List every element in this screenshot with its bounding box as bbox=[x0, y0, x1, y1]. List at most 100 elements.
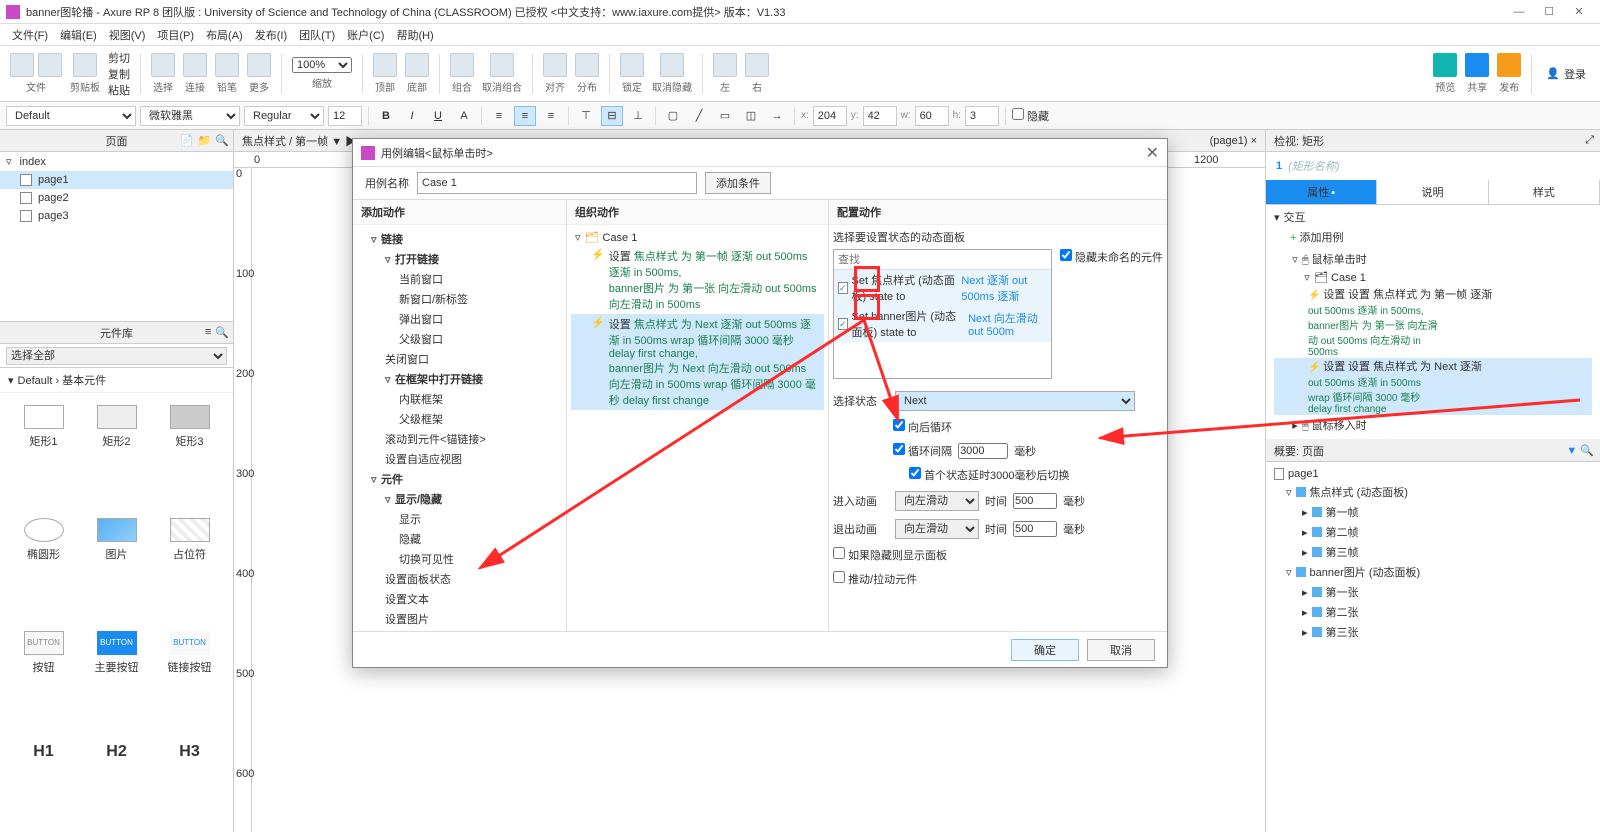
outline-img3[interactable]: ▸ 第三张 bbox=[1266, 622, 1600, 642]
act-new-window[interactable]: 新窗口/新标签 bbox=[357, 289, 562, 309]
outline-img2[interactable]: ▸ 第二张 bbox=[1266, 602, 1600, 622]
paste-btn[interactable]: 粘贴 bbox=[108, 82, 130, 98]
anim-out-select[interactable]: 向左滑动 bbox=[895, 519, 979, 539]
act-adaptive[interactable]: 设置自适应视图 bbox=[357, 449, 562, 469]
grp-widgets[interactable]: ▿元件 bbox=[357, 469, 562, 489]
lock-icon[interactable] bbox=[620, 53, 644, 77]
org-case-1[interactable]: ▿🗂Case 1 bbox=[571, 229, 824, 246]
grp-links[interactable]: ▿链接 bbox=[357, 229, 562, 249]
anim-in-select[interactable]: 向左滑动 bbox=[895, 491, 979, 511]
underline-button[interactable]: U bbox=[427, 106, 449, 126]
page-item-page2[interactable]: page2 bbox=[0, 189, 233, 207]
pen-icon[interactable] bbox=[215, 53, 239, 77]
act-popup[interactable]: 弹出窗口 bbox=[357, 309, 562, 329]
shadow-button[interactable]: ◫ bbox=[740, 106, 762, 126]
expand-icon[interactable]: ⤢ bbox=[1585, 134, 1594, 147]
org-action-1[interactable]: ⚡设置 焦点样式 为 第一帧 逐渐 out 500ms 逐渐 in 500ms,… bbox=[571, 246, 824, 314]
case-name-input[interactable] bbox=[417, 172, 697, 194]
border-button[interactable]: ▭ bbox=[714, 106, 736, 126]
valign-top-button[interactable]: ⊤ bbox=[575, 106, 597, 126]
maximize-button[interactable]: ☐ bbox=[1534, 2, 1564, 22]
library-category[interactable]: ▾Default › 基本元件 bbox=[0, 368, 233, 393]
menu-help[interactable]: 帮助(H) bbox=[390, 27, 439, 43]
widget-image[interactable]: 图片 bbox=[81, 514, 152, 625]
weight-select[interactable]: Regular bbox=[244, 106, 324, 126]
widget-placeholder[interactable]: 占位符 bbox=[154, 514, 225, 625]
event-click[interactable]: ▿🖱 鼠标单击时 bbox=[1274, 249, 1592, 269]
act-set-image[interactable]: 设置图片 bbox=[357, 609, 562, 629]
delay-first-checkbox[interactable]: 首个状态延时3000毫秒后切换 bbox=[909, 467, 1070, 483]
outline-banner-panel[interactable]: ▿ banner图片 (动态面板) bbox=[1266, 562, 1600, 582]
x-input[interactable] bbox=[813, 106, 847, 126]
lib-search-icon[interactable]: 🔍 bbox=[215, 326, 229, 339]
distribute-icon[interactable] bbox=[575, 53, 599, 77]
widget-item-banner[interactable]: ✓Set banner图片 (动态面板) state to Next 向左滑动 … bbox=[834, 306, 1051, 342]
canvas-tab[interactable]: 焦点样式 / 第一帧 ▼ ▶ bbox=[242, 133, 356, 149]
action-desc-2[interactable]: ⚡ 设置 设置 焦点样式 为 Next 逐渐 bbox=[1274, 358, 1592, 374]
filter-icon[interactable]: ▼ 🔍 bbox=[1566, 444, 1594, 457]
lib-menu-icon[interactable]: ≡ bbox=[205, 326, 211, 339]
top-icon[interactable] bbox=[373, 53, 397, 77]
menu-layout[interactable]: 布局(A) bbox=[200, 27, 249, 43]
grp-open[interactable]: ▿打开链接 bbox=[357, 249, 562, 269]
y-input[interactable] bbox=[863, 106, 897, 126]
fontcolor-button[interactable]: A bbox=[453, 106, 475, 126]
widget-button[interactable]: BUTTON按钮 bbox=[8, 627, 79, 738]
menu-account[interactable]: 账户(C) bbox=[341, 27, 390, 43]
grp-frame[interactable]: ▿在框架中打开链接 bbox=[357, 369, 562, 389]
widget-ellipse[interactable]: 椭圆形 bbox=[8, 514, 79, 625]
line-button[interactable]: ╱ bbox=[688, 106, 710, 126]
menu-team[interactable]: 团队(T) bbox=[293, 27, 341, 43]
cut-btn[interactable]: 剪切 bbox=[108, 50, 130, 66]
italic-button[interactable]: I bbox=[401, 106, 423, 126]
publish-icon[interactable] bbox=[1497, 53, 1521, 77]
align-left-icon[interactable] bbox=[713, 53, 737, 77]
page-item-page3[interactable]: page3 bbox=[0, 207, 233, 225]
push-pull-checkbox[interactable]: 推动/拉动元件 bbox=[833, 571, 917, 587]
menu-edit[interactable]: 编辑(E) bbox=[54, 27, 103, 43]
event-mouseenter[interactable]: ▸🖱 鼠标移入时 bbox=[1274, 415, 1592, 435]
act-set-text[interactable]: 设置文本 bbox=[357, 589, 562, 609]
menu-file[interactable]: 文件(F) bbox=[6, 27, 54, 43]
widget-name[interactable]: (矩形名称) bbox=[1288, 158, 1339, 174]
arrow-button[interactable]: → bbox=[766, 106, 788, 126]
widget-item-focus[interactable]: ✓Set 焦点样式 (动态面板) state to Next 逐渐 out 50… bbox=[834, 270, 1051, 306]
loop-interval-checkbox[interactable]: 循环间隔 bbox=[893, 443, 952, 459]
widget-rect2[interactable]: 矩形2 bbox=[81, 401, 152, 512]
login-button[interactable]: 👤登录 bbox=[1538, 66, 1594, 82]
valign-mid-button[interactable]: ⊟ bbox=[601, 106, 623, 126]
act-parent-window[interactable]: 父级窗口 bbox=[357, 329, 562, 349]
h-input[interactable] bbox=[965, 106, 999, 126]
outline-frame3[interactable]: ▸ 第三帧 bbox=[1266, 542, 1600, 562]
w-input[interactable] bbox=[915, 106, 949, 126]
act-inline-frame[interactable]: 内联框架 bbox=[357, 389, 562, 409]
outline-page1[interactable]: page1 bbox=[1266, 466, 1600, 482]
add-condition-button[interactable]: 添加条件 bbox=[705, 172, 771, 194]
preview-icon[interactable] bbox=[1433, 53, 1457, 77]
align-icon[interactable] bbox=[543, 53, 567, 77]
outline-img1[interactable]: ▸ 第一张 bbox=[1266, 582, 1600, 602]
dialog-close-button[interactable]: ✕ bbox=[1146, 143, 1159, 163]
show-if-hidden-checkbox[interactable]: 如果隐藏则显示面板 bbox=[833, 547, 947, 563]
page-item-page1[interactable]: page1 bbox=[0, 171, 233, 189]
search-icon[interactable]: 🔍 bbox=[215, 134, 229, 147]
org-action-2[interactable]: ⚡设置 焦点样式 为 Next 逐渐 out 500ms 逐渐 in 500ms… bbox=[571, 314, 824, 410]
cancel-button[interactable]: 取消 bbox=[1087, 639, 1155, 661]
act-show[interactable]: 显示 bbox=[357, 509, 562, 529]
action-desc-1[interactable]: ⚡ 设置 设置 焦点样式 为 第一帧 逐渐 bbox=[1274, 286, 1592, 302]
widget-rect3[interactable]: 矩形3 bbox=[154, 401, 225, 512]
ok-button[interactable]: 确定 bbox=[1011, 639, 1079, 661]
bottom-icon[interactable] bbox=[405, 53, 429, 77]
outline-focus-panel[interactable]: ▿ 焦点样式 (动态面板) bbox=[1266, 482, 1600, 502]
act-toggle[interactable]: 切换可见性 bbox=[357, 549, 562, 569]
ungroup-icon[interactable] bbox=[490, 53, 514, 77]
act-hide[interactable]: 隐藏 bbox=[357, 529, 562, 549]
align-center-button[interactable]: ≡ bbox=[514, 106, 536, 126]
widget-link-button[interactable]: BUTTON链接按钮 bbox=[154, 627, 225, 738]
hide-unnamed-checkbox[interactable]: 隐藏未命名的元件 bbox=[1060, 249, 1163, 265]
act-close-window[interactable]: 关闭窗口 bbox=[357, 349, 562, 369]
paste-icon[interactable] bbox=[73, 53, 97, 77]
font-select[interactable]: 微软雅黑 bbox=[140, 106, 240, 126]
loop-back-checkbox[interactable]: 向后循环 bbox=[893, 419, 952, 435]
style-select[interactable]: Default bbox=[6, 106, 136, 126]
